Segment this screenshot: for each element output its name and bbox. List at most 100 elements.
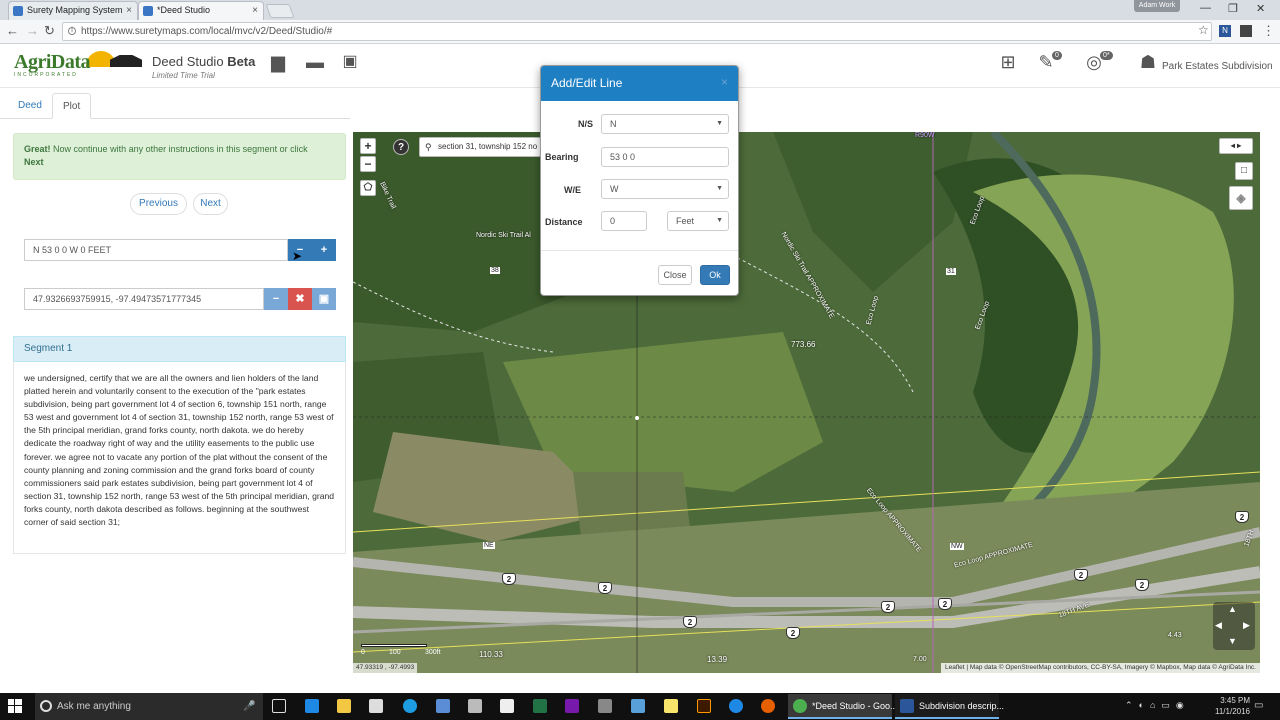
info-icon: i [68, 27, 76, 35]
cortana-search[interactable]: Ask me anything 🎤 [35, 693, 263, 720]
unit-select[interactable]: Feet ▼ [667, 211, 729, 231]
road-shield: 2 [1235, 511, 1249, 523]
aerial-map[interactable]: + − ⬠ ? ⚲ section 31, township 152 no ◂ … [353, 132, 1260, 673]
windows-start-icon[interactable] [8, 699, 22, 713]
line-input[interactable]: N 53 0 0 W 0 FEET [24, 239, 288, 261]
close-button[interactable]: Close [658, 265, 692, 285]
app-icon[interactable] [436, 699, 450, 713]
coordinate-input[interactable]: 47.9326693759915, -97.49473571777345 [24, 288, 264, 310]
menu-icon[interactable]: ⋮ [1262, 23, 1275, 39]
tab-deed[interactable]: Deed [8, 93, 52, 119]
edge-icon[interactable] [305, 699, 319, 713]
map-attribution[interactable]: Leaflet | Map data © OpenStreetMap contr… [941, 663, 1260, 673]
close-tab-icon[interactable]: × [126, 2, 132, 19]
briefcase-icon[interactable]: ⊞ [998, 53, 1018, 71]
bearing-input[interactable]: 53 0 0 [601, 147, 729, 167]
search-icon: ⚲ [425, 142, 432, 152]
onenote-icon[interactable] [565, 699, 579, 713]
delete-coord-button[interactable]: ✖ [288, 288, 312, 310]
firefox-icon[interactable] [761, 699, 775, 713]
distance-input[interactable]: 0 [601, 211, 647, 231]
illustrator-icon[interactable] [697, 699, 711, 713]
fullscreen-icon[interactable]: □ [1235, 162, 1253, 180]
browser-tab-surety[interactable]: Surety Mapping System × [8, 1, 138, 20]
calculator-icon[interactable] [500, 699, 514, 713]
back-icon[interactable]: ← [6, 23, 19, 38]
mouse-cursor-icon: ➤ [292, 249, 303, 263]
modal-close-icon[interactable]: × [721, 66, 728, 98]
app-icon[interactable] [598, 699, 612, 713]
store-icon[interactable] [369, 699, 383, 713]
logo[interactable]: AgriData [14, 51, 90, 74]
chevron-down-icon: ▼ [716, 120, 723, 127]
app-icon[interactable] [631, 699, 645, 713]
close-window-icon[interactable]: ✕ [1256, 2, 1265, 15]
microphone-icon[interactable]: 🎤 [243, 693, 255, 720]
app-subtitle: Limited Time Trial [152, 71, 215, 80]
pan-control[interactable]: ▲ ◀ ▶ ▼ [1213, 602, 1255, 650]
cursor-coordinates: 47.93319 , -97.4993 [353, 663, 418, 673]
extension-icon[interactable]: N [1219, 25, 1231, 37]
sticky-notes-icon[interactable] [664, 699, 678, 713]
word-icon [900, 699, 914, 713]
map-label: NE [483, 542, 495, 549]
ie-icon[interactable] [729, 699, 743, 713]
new-folder-icon[interactable]: ▆ [268, 53, 288, 71]
we-select[interactable]: W ▼ [601, 179, 729, 199]
pan-up-icon[interactable]: ▲ [1228, 604, 1237, 614]
chevron-down-icon: ▼ [716, 217, 723, 224]
url-input[interactable]: i https://www.suretymaps.com/local/mvc/v… [62, 22, 1212, 41]
map-label: 4.43 [1168, 632, 1182, 639]
file-explorer-icon[interactable] [337, 699, 351, 713]
taskbar-app-word[interactable]: Subdivision descrip... [895, 694, 1004, 719]
restore-icon[interactable]: ❐ [1228, 2, 1238, 15]
map-search-input[interactable]: ⚲ section 31, township 152 no [419, 137, 541, 157]
favicon-icon [13, 6, 23, 16]
extension2-icon[interactable] [1240, 25, 1252, 37]
star-icon[interactable]: ☆ [1198, 23, 1209, 37]
zoom-out-button[interactable]: − [360, 156, 376, 172]
clock[interactable]: 3:45 PM 11/1/2016 [1215, 693, 1250, 720]
system-tray-icons[interactable]: ⌃◐⌂▭◉ [1125, 700, 1190, 711]
add-line-button[interactable]: + [312, 239, 336, 261]
scale-label: 100 [389, 649, 401, 656]
excel-icon[interactable] [533, 699, 547, 713]
draw-polygon-icon[interactable]: ⬠ [360, 180, 376, 196]
map-pager[interactable]: ◂ ▸ [1219, 138, 1253, 154]
profile-badge[interactable]: Adam Work [1134, 0, 1180, 12]
next-button[interactable]: Next [193, 193, 228, 215]
previous-button[interactable]: Previous [130, 193, 187, 215]
app-icon[interactable] [468, 699, 482, 713]
save-icon[interactable]: ▣ [340, 53, 360, 71]
browser-tab-deed-studio[interactable]: *Deed Studio × [138, 1, 264, 20]
open-folder-icon[interactable]: ▬ [305, 53, 325, 71]
segment-text: we undersigned, certify that we are all … [13, 362, 346, 554]
remove-coord-button[interactable]: − [264, 288, 288, 310]
pan-left-icon[interactable]: ◀ [1215, 620, 1222, 631]
notifications-icon[interactable]: ▭ [1254, 700, 1263, 711]
reload-icon[interactable]: ↻ [44, 23, 55, 39]
paperclip-icon[interactable]: ✎ 0 [1036, 51, 1062, 71]
ok-button[interactable]: Ok [700, 265, 730, 285]
close-tab-icon[interactable]: × [252, 2, 258, 19]
bearing-label: Bearing [545, 152, 579, 162]
taskbar-app-chrome[interactable]: *Deed Studio - Goo... [788, 694, 898, 719]
compass-icon[interactable]: ◎ 0* [1084, 51, 1113, 71]
pan-right-icon[interactable]: ▶ [1243, 620, 1250, 631]
pan-down-icon[interactable]: ▼ [1228, 636, 1237, 646]
subdivision-name[interactable]: Park Estates Subdivision [1162, 61, 1273, 72]
save-coord-button[interactable]: ▣ [312, 288, 336, 310]
help-icon[interactable]: ? [393, 139, 409, 155]
forward-icon[interactable]: → [26, 23, 39, 38]
skype-icon[interactable] [403, 699, 417, 713]
map-label: 31 [946, 268, 956, 275]
ns-select[interactable]: N ▼ [601, 114, 729, 134]
new-tab-button[interactable] [265, 4, 295, 18]
minimize-icon[interactable]: — [1200, 2, 1211, 14]
users-icon[interactable]: ☗ [1138, 53, 1158, 71]
task-view-icon[interactable] [272, 699, 286, 713]
road-shield: 2 [1135, 579, 1149, 591]
zoom-in-button[interactable]: + [360, 138, 376, 154]
tab-plot[interactable]: Plot [52, 93, 92, 119]
layers-icon[interactable]: ◈ [1229, 186, 1253, 210]
